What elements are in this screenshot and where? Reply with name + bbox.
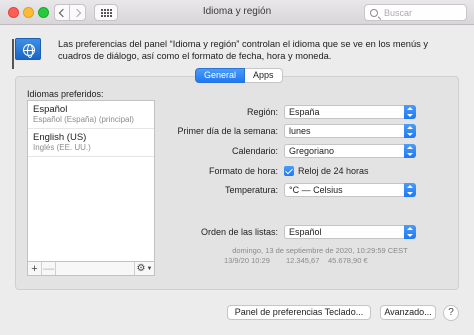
list-order-value: Español <box>289 227 322 237</box>
remove-language-button[interactable]: — <box>42 262 56 275</box>
preferred-languages-list[interactable]: Español Español (España) (principal) Eng… <box>27 100 155 262</box>
preferred-languages-label: Idiomas preferidos: <box>27 89 104 99</box>
temperature-select[interactable]: °C — Celsius <box>284 183 416 197</box>
calendar-label: Calendario: <box>231 146 278 156</box>
24-hour-clock-label[interactable]: Reloj de 24 horas <box>298 166 369 176</box>
list-order-select[interactable]: Español <box>284 225 416 239</box>
popup-arrows-icon <box>404 124 416 138</box>
temperature-label: Temperatura: <box>224 185 278 195</box>
search-placeholder: Buscar <box>384 7 413 18</box>
help-button[interactable]: ? <box>443 305 459 321</box>
sample-date-short: 13/9/20 10:29 <box>224 256 270 265</box>
sample-date-long: domingo, 13 de septiembre de 2020, 10:29… <box>232 246 408 255</box>
language-actions-button[interactable]: ⚙ ▼ <box>134 262 154 275</box>
globe-flag-icon <box>12 38 41 69</box>
preferences-window: Idioma y región Buscar Las preferencias … <box>0 0 474 335</box>
popup-arrows-icon <box>404 144 416 158</box>
list-order-label: Orden de las listas: <box>200 227 278 237</box>
language-name: Español <box>33 104 68 115</box>
tab-apps[interactable]: Apps <box>245 68 283 83</box>
popup-arrows-icon <box>404 105 416 119</box>
language-list-toolbar: + — ⚙ ▼ <box>27 262 155 276</box>
search-field[interactable]: Buscar <box>364 4 467 21</box>
language-detail: Español (España) (principal) <box>33 115 134 124</box>
search-icon <box>370 8 378 17</box>
first-day-value: lunes <box>289 126 311 136</box>
region-value: España <box>289 107 320 117</box>
gear-icon: ⚙ <box>136 263 146 274</box>
language-detail: Inglés (EE. UU.) <box>33 143 91 152</box>
chevron-down-icon: ▼ <box>146 265 153 272</box>
tab-bar: General Apps <box>195 68 283 83</box>
keyboard-preferences-button[interactable]: Panel de preferencias Teclado... <box>227 305 371 320</box>
title-bar: Idioma y región Buscar <box>0 0 474 25</box>
time-format-label: Formato de hora: <box>208 166 278 176</box>
popup-arrows-icon <box>404 225 416 239</box>
first-day-select[interactable]: lunes <box>284 124 416 138</box>
24-hour-clock-checkbox[interactable] <box>284 166 294 176</box>
region-select[interactable]: España <box>284 105 416 119</box>
add-language-button[interactable]: + <box>28 262 42 275</box>
calendar-select[interactable]: Gregoriano <box>284 144 416 158</box>
region-label: Región: <box>246 107 278 117</box>
calendar-value: Gregoriano <box>289 146 335 156</box>
tab-general[interactable]: General <box>195 68 246 83</box>
list-item[interactable]: Español Español (España) (principal) <box>28 101 154 129</box>
popup-arrows-icon <box>404 183 416 197</box>
list-item[interactable]: English (US) Inglés (EE. UU.) <box>28 129 154 157</box>
panel-description: Las preferencias del panel “Idioma y reg… <box>58 39 429 61</box>
sample-number: 12.345,67 <box>286 256 320 265</box>
advanced-button[interactable]: Avanzado... <box>380 305 436 320</box>
sample-currency: 45.678,90 € <box>328 256 368 265</box>
first-day-label: Primer día de la semana: <box>177 126 278 136</box>
temperature-value: °C — Celsius <box>289 185 343 195</box>
language-name: English (US) <box>33 132 87 143</box>
